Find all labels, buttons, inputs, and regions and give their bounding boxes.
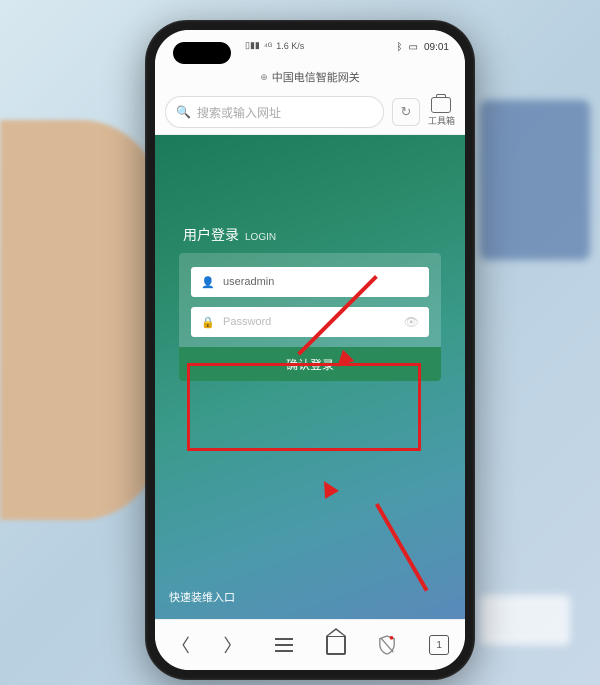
back-button[interactable]: 〈 [164, 628, 198, 662]
adblock-button[interactable] [370, 628, 404, 662]
quick-install-link[interactable]: 快速装维入口 [169, 589, 235, 605]
lock-icon: ⊕ [260, 72, 268, 83]
toolbox-button[interactable]: 工具箱 [428, 97, 455, 127]
login-submit-button[interactable]: 确认登录 [179, 347, 441, 381]
eye-off-icon[interactable]: 👁 [404, 315, 419, 329]
menu-icon [275, 638, 293, 652]
signal-icon: ▯▮▮ [245, 40, 260, 51]
toolbox-label: 工具箱 [428, 114, 455, 127]
search-icon: 🔍 [176, 105, 191, 119]
chevron-left-icon: 〈 [172, 632, 190, 658]
login-title-cn: 用户登录 [183, 225, 239, 245]
address-bar[interactable]: ⊕ 中国电信智能网关 [155, 64, 465, 90]
browser-nav-bar: 〈 〉 1 [155, 619, 465, 670]
refresh-button[interactable]: ↻ [392, 98, 420, 126]
screen: ▯▮▮ ⁴ᴳ 1.6 K/s ᛒ ▭ 09:01 ⊕ 中国电信智能网关 🔍 搜索… [155, 30, 465, 670]
refresh-icon: ↻ [401, 104, 412, 120]
camera-punch-hole [173, 42, 231, 64]
battery-icon: ▭ [409, 42, 418, 53]
password-field[interactable]: 🔒 👁 [191, 307, 429, 337]
shield-slash-icon [378, 635, 396, 655]
login-heading: 用户登录 LOGIN [179, 225, 441, 245]
network-type: ⁴ᴳ [264, 41, 272, 51]
tab-count: 1 [436, 640, 442, 651]
tabs-button[interactable]: 1 [422, 628, 456, 662]
browser-toolbar: 🔍 搜索或输入网址 ↻ 工具箱 [155, 90, 465, 135]
net-speed: 1.6 K/s [276, 41, 304, 51]
chevron-right-icon: 〉 [223, 632, 241, 658]
login-title-en: LOGIN [245, 232, 276, 243]
password-input[interactable] [221, 315, 396, 329]
login-submit-label: 确认登录 [286, 356, 334, 373]
user-icon: 👤 [201, 276, 213, 289]
login-panel: 用户登录 LOGIN 👤 🔒 👁 确认登录 [179, 225, 441, 381]
home-button[interactable] [319, 628, 353, 662]
page-content: 用户登录 LOGIN 👤 🔒 👁 确认登录 [155, 135, 465, 619]
forward-button[interactable]: 〉 [215, 628, 249, 662]
annotation-arrow-bottom [375, 503, 428, 592]
lock-icon: 🔒 [201, 316, 213, 329]
search-input[interactable]: 🔍 搜索或输入网址 [165, 96, 384, 128]
page-title: 中国电信智能网关 [272, 69, 360, 85]
annotation-arrowhead-bottom [317, 477, 339, 499]
search-placeholder: 搜索或输入网址 [197, 104, 281, 121]
quick-install-label: 快速装维入口 [169, 592, 235, 604]
login-form: 👤 🔒 👁 确认登录 [179, 253, 441, 381]
tabs-icon: 1 [429, 635, 449, 655]
bluetooth-icon: ᛒ [397, 42, 403, 53]
briefcase-icon [431, 97, 451, 113]
phone-frame: ▯▮▮ ⁴ᴳ 1.6 K/s ᛒ ▭ 09:01 ⊕ 中国电信智能网关 🔍 搜索… [145, 20, 475, 680]
menu-button[interactable] [267, 628, 301, 662]
username-field[interactable]: 👤 [191, 267, 429, 297]
home-icon [326, 635, 346, 655]
username-input[interactable] [221, 275, 419, 289]
clock: 09:01 [424, 42, 449, 53]
